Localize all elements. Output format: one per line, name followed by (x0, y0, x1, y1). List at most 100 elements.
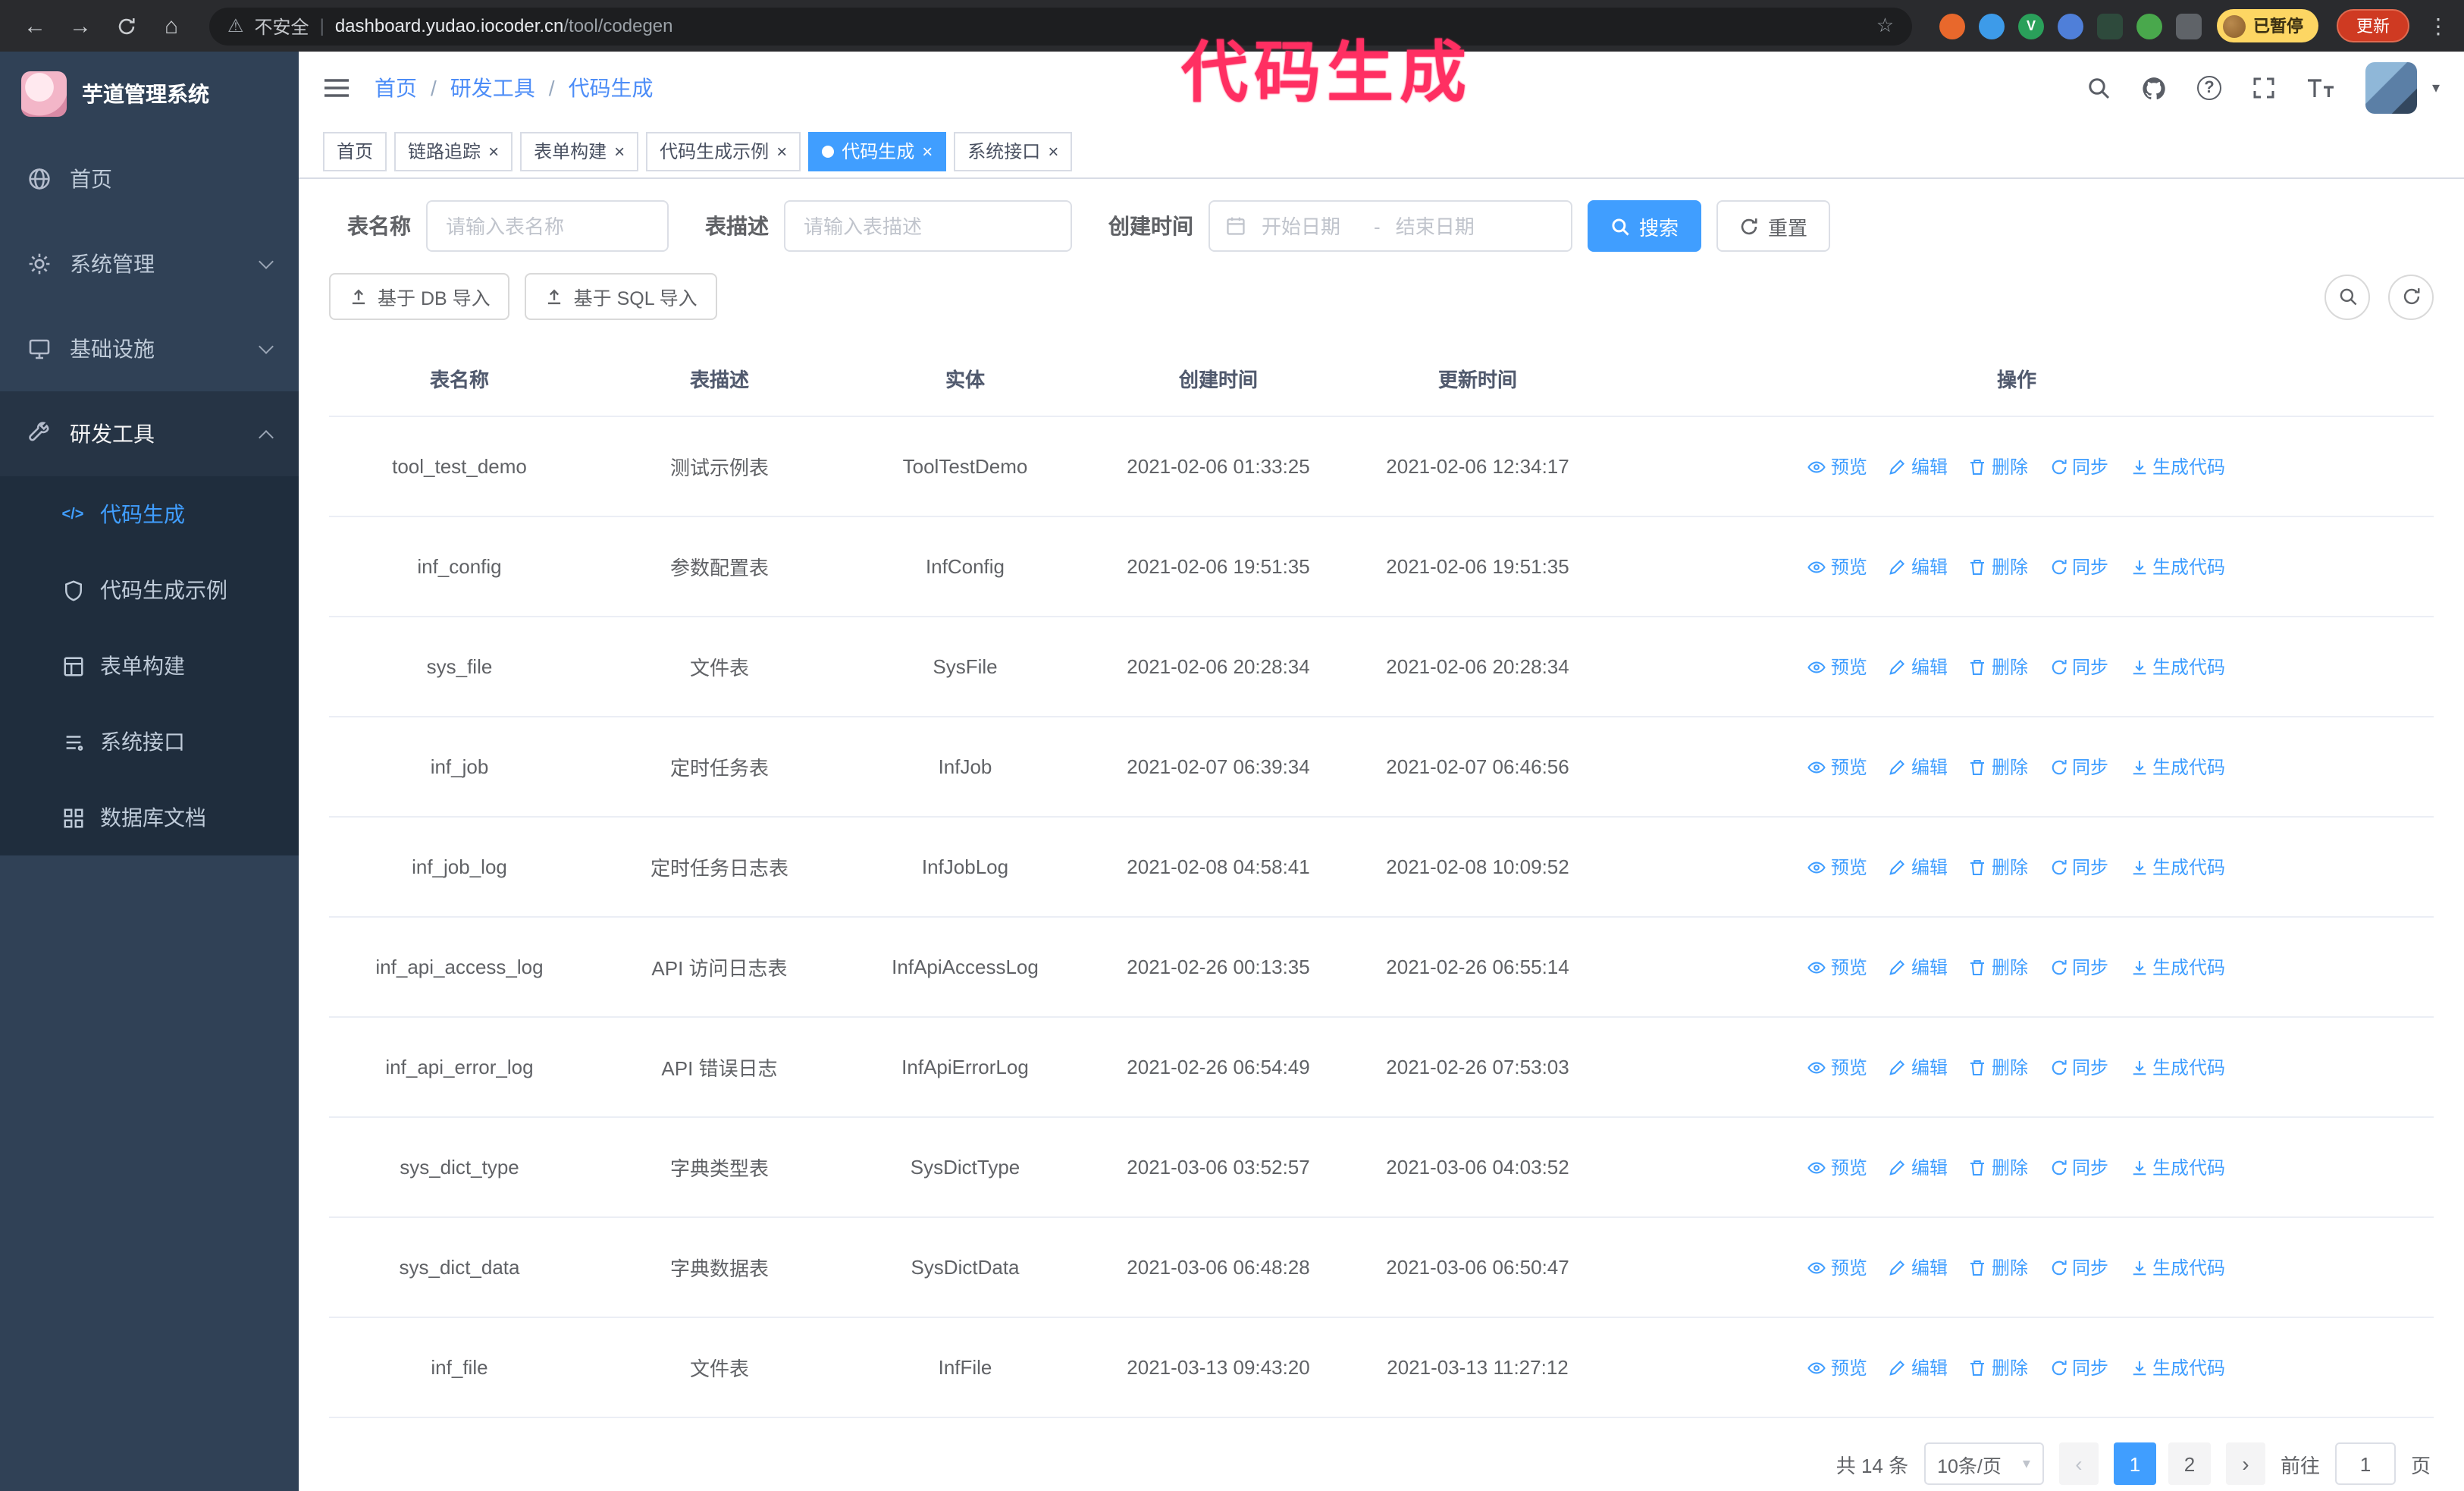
preview-link[interactable]: 预览 (1808, 1054, 1867, 1080)
user-avatar[interactable] (2365, 62, 2417, 114)
extension-fox-icon[interactable] (1939, 13, 1965, 39)
browser-back-button[interactable]: ← (15, 6, 55, 46)
breadcrumb-home[interactable]: 首页 (375, 73, 417, 103)
tab[interactable]: 首页 (323, 131, 387, 171)
generate-code-link[interactable]: 生成代码 (2130, 1054, 2225, 1080)
generate-code-link[interactable]: 生成代码 (2130, 954, 2225, 980)
generate-code-link[interactable]: 生成代码 (2130, 754, 2225, 780)
sidebar-subitem-codegen-example[interactable]: 代码生成示例 (0, 552, 299, 628)
search-button[interactable]: 搜索 (1588, 200, 1702, 252)
generate-code-link[interactable]: 生成代码 (2130, 454, 2225, 479)
preview-link[interactable]: 预览 (1808, 1154, 1867, 1180)
sidebar-subitem-form-builder[interactable]: 表单构建 (0, 628, 299, 704)
breadcrumb-devtools[interactable]: 研发工具 (450, 73, 535, 103)
edit-link[interactable]: 编辑 (1889, 754, 1948, 780)
sidebar-item-infra[interactable]: 基础设施 (0, 306, 299, 391)
generate-code-link[interactable]: 生成代码 (2130, 1154, 2225, 1180)
generate-code-link[interactable]: 生成代码 (2130, 1354, 2225, 1380)
delete-link[interactable]: 删除 (1969, 454, 2028, 479)
sync-link[interactable]: 同步 (2049, 554, 2108, 579)
preview-link[interactable]: 预览 (1808, 954, 1867, 980)
sidebar-item-home[interactable]: 首页 (0, 137, 299, 221)
page-button[interactable]: 1 (2113, 1442, 2156, 1485)
edit-link[interactable]: 编辑 (1889, 1254, 1948, 1280)
security-label[interactable]: 不安全 (255, 13, 309, 39)
tab-close-icon[interactable]: × (614, 142, 625, 160)
address-bar[interactable]: ⚠ 不安全 | dashboard.yudao.iocoder.cn/tool/… (209, 7, 1912, 45)
reset-button[interactable]: 重置 (1716, 200, 1831, 252)
tab-close-icon[interactable]: × (776, 142, 787, 160)
tab[interactable]: 链路追踪 × (394, 131, 513, 171)
extension-v-icon[interactable]: V (2018, 13, 2044, 39)
font-size-button[interactable] (2306, 77, 2335, 99)
table-name-input[interactable] (426, 200, 669, 252)
tab[interactable]: 代码生成示例 × (646, 131, 801, 171)
sync-link[interactable]: 同步 (2049, 954, 2108, 980)
preview-link[interactable]: 预览 (1808, 1354, 1867, 1380)
fullscreen-button[interactable] (2252, 76, 2276, 100)
help-button[interactable]: ? (2196, 76, 2221, 100)
preview-link[interactable]: 预览 (1808, 754, 1867, 780)
extension-leaf-icon[interactable] (2136, 13, 2162, 39)
tab-close-icon[interactable]: × (922, 142, 933, 160)
tab-close-icon[interactable]: × (488, 142, 499, 160)
edit-link[interactable]: 编辑 (1889, 1054, 1948, 1080)
profile-paused-badge[interactable]: 已暂停 (2217, 9, 2318, 42)
prev-page-button[interactable]: ‹ (2058, 1442, 2099, 1485)
delete-link[interactable]: 删除 (1969, 1354, 2028, 1380)
page-size-select[interactable]: 10条/页 ▾ (1923, 1442, 2044, 1485)
delete-link[interactable]: 删除 (1969, 854, 2028, 880)
extension-users-icon[interactable] (2058, 13, 2083, 39)
preview-link[interactable]: 预览 (1808, 654, 1867, 680)
preview-link[interactable]: 预览 (1808, 854, 1867, 880)
sidebar-subitem-system-api[interactable]: 系统接口 (0, 704, 299, 780)
import-db-button[interactable]: 基于 DB 导入 (329, 273, 510, 320)
sync-link[interactable]: 同步 (2049, 1254, 2108, 1280)
next-page-button[interactable]: › (2225, 1442, 2265, 1485)
github-button[interactable] (2141, 75, 2167, 101)
bookmark-star-icon[interactable]: ☆ (1876, 14, 1894, 38)
edit-link[interactable]: 编辑 (1889, 854, 1948, 880)
toggle-search-button[interactable] (2324, 274, 2370, 319)
edit-link[interactable]: 编辑 (1889, 654, 1948, 680)
sidebar-subitem-db-doc[interactable]: 数据库文档 (0, 780, 299, 855)
sync-link[interactable]: 同步 (2049, 754, 2108, 780)
start-date-input[interactable] (1259, 213, 1362, 239)
date-range-picker[interactable]: - (1208, 200, 1572, 252)
edit-link[interactable]: 编辑 (1889, 454, 1948, 479)
generate-code-link[interactable]: 生成代码 (2130, 854, 2225, 880)
end-date-input[interactable] (1392, 213, 1496, 239)
extension-drop-icon[interactable] (1979, 13, 2005, 39)
browser-menu-button[interactable]: ⋮ (2428, 13, 2449, 39)
edit-link[interactable]: 编辑 (1889, 554, 1948, 579)
generate-code-link[interactable]: 生成代码 (2130, 1254, 2225, 1280)
browser-reload-button[interactable] (106, 6, 146, 46)
puzzle-icon[interactable] (2176, 13, 2202, 39)
import-sql-button[interactable]: 基于 SQL 导入 (525, 273, 717, 320)
preview-link[interactable]: 预览 (1808, 554, 1867, 579)
sync-link[interactable]: 同步 (2049, 1354, 2108, 1380)
sidebar-logo[interactable]: 芋道管理系统 (0, 52, 299, 137)
preview-link[interactable]: 预览 (1808, 454, 1867, 479)
avatar-caret-icon[interactable]: ▾ (2432, 80, 2440, 96)
browser-forward-button[interactable]: → (61, 6, 100, 46)
browser-home-button[interactable]: ⌂ (152, 6, 191, 46)
table-desc-input[interactable] (784, 200, 1072, 252)
refresh-table-button[interactable] (2388, 274, 2434, 319)
sync-link[interactable]: 同步 (2049, 454, 2108, 479)
header-search-button[interactable] (2086, 76, 2111, 100)
sidebar-subitem-codegen[interactable]: </> 代码生成 (0, 476, 299, 552)
delete-link[interactable]: 删除 (1969, 1254, 2028, 1280)
edit-link[interactable]: 编辑 (1889, 1154, 1948, 1180)
sync-link[interactable]: 同步 (2049, 854, 2108, 880)
sync-link[interactable]: 同步 (2049, 1054, 2108, 1080)
page-button[interactable]: 2 (2168, 1442, 2211, 1485)
tab-close-icon[interactable]: × (1048, 142, 1058, 160)
sync-link[interactable]: 同步 (2049, 654, 2108, 680)
delete-link[interactable]: 删除 (1969, 954, 2028, 980)
tab[interactable]: 系统接口 × (954, 131, 1073, 171)
browser-update-button[interactable]: 更新 (2337, 9, 2409, 42)
delete-link[interactable]: 删除 (1969, 1054, 2028, 1080)
delete-link[interactable]: 删除 (1969, 554, 2028, 579)
generate-code-link[interactable]: 生成代码 (2130, 654, 2225, 680)
